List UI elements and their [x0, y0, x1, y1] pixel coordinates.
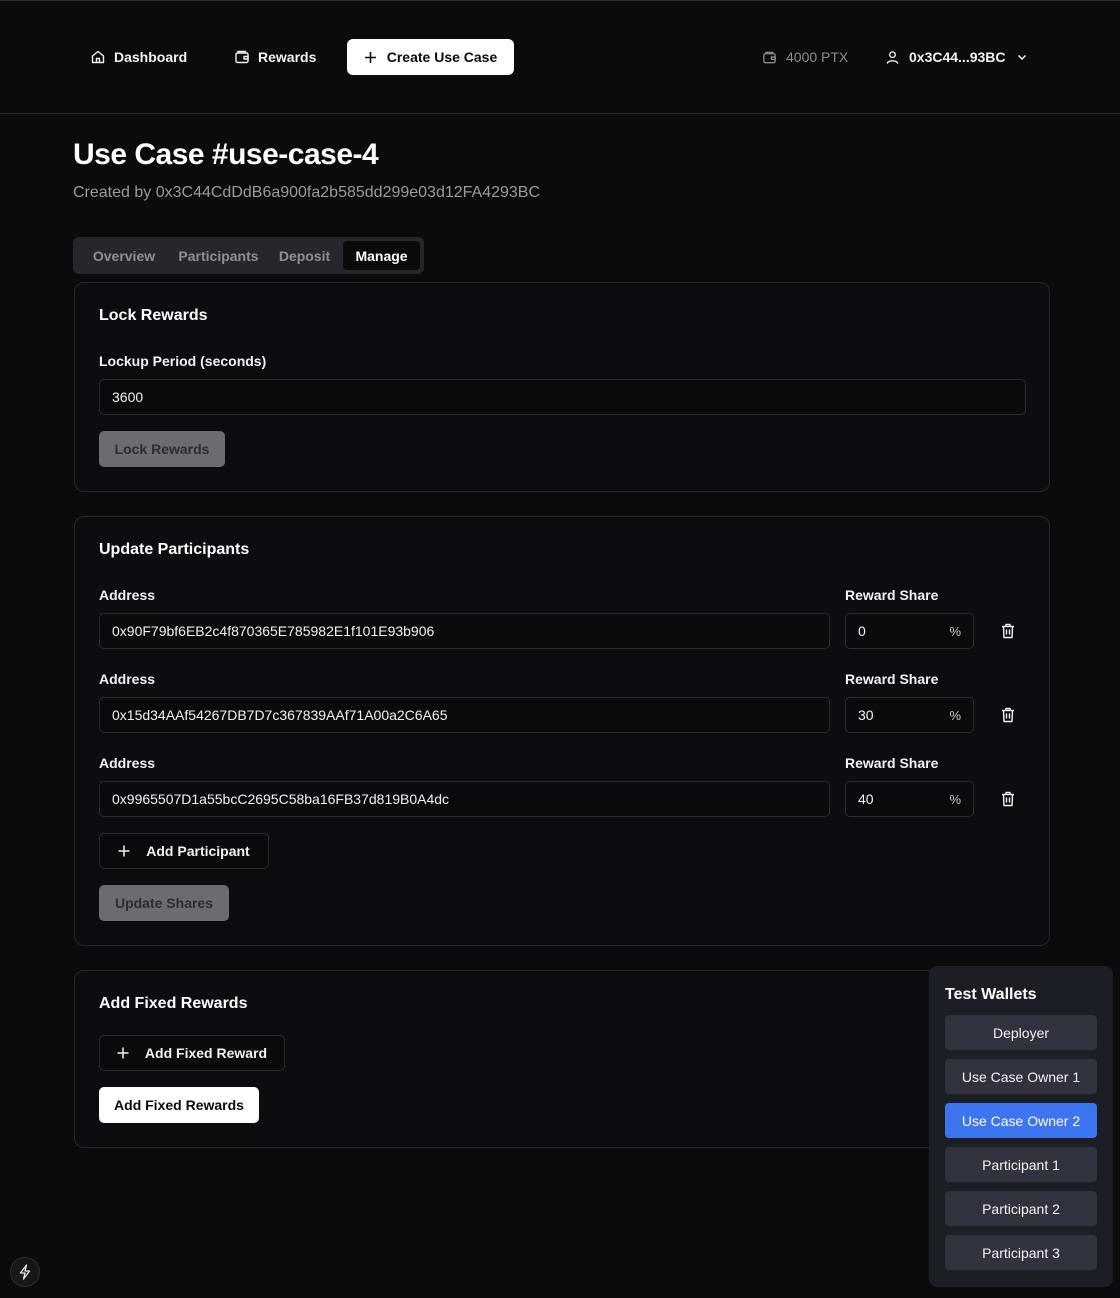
nav-dashboard-label: Dashboard [114, 49, 188, 65]
tab-overview[interactable]: Overview [77, 241, 171, 270]
dev-tools-button[interactable] [10, 1257, 40, 1287]
reward-share-label: Reward Share [845, 671, 939, 687]
create-use-case-button[interactable]: Create Use Case [347, 39, 514, 75]
wallet-icon [235, 50, 249, 64]
trash-icon[interactable] [1001, 791, 1015, 807]
reward-share-input[interactable]: 0 % [845, 613, 974, 649]
nav-rewards-link[interactable]: Rewards [234, 39, 316, 75]
reward-share-label: Reward Share [845, 587, 939, 603]
test-wallets-panel: Test Wallets Deployer Use Case Owner 1 U… [929, 966, 1113, 1287]
add-fixed-rewards-submit-button[interactable]: Add Fixed Rewards [99, 1087, 259, 1123]
participant-address-input[interactable]: 0x9965507D1a55bcC2695C58ba16FB37d819B0A4… [99, 781, 830, 817]
percent-suffix: % [949, 623, 961, 639]
home-icon [91, 50, 105, 64]
address-label: Address [99, 587, 156, 603]
trash-icon[interactable] [1001, 707, 1015, 723]
wallet-participant-1-button[interactable]: Participant 1 [945, 1147, 1097, 1182]
create-use-case-label: Create Use Case [386, 49, 498, 65]
add-participant-button[interactable]: Add Participant [99, 833, 269, 869]
address-label: Address [99, 755, 156, 771]
add-fixed-reward-button[interactable]: Add Fixed Reward [99, 1035, 285, 1071]
tab-deposit[interactable]: Deposit [266, 241, 343, 270]
wallet-icon [763, 51, 776, 63]
reward-share-label: Reward Share [845, 755, 939, 771]
nav-dashboard-link[interactable]: Dashboard [90, 39, 187, 75]
tab-bar: Overview Participants Deposit Manage [73, 237, 424, 274]
percent-suffix: % [949, 707, 961, 723]
add-participant-label: Add Participant [146, 843, 250, 859]
wallet-use-case-owner-2-button[interactable]: Use Case Owner 2 [945, 1103, 1097, 1138]
test-wallets-title: Test Wallets [945, 986, 1037, 1003]
trash-icon[interactable] [1001, 623, 1015, 639]
tab-participants[interactable]: Participants [171, 241, 266, 270]
reward-share-input[interactable]: 40 % [845, 781, 974, 817]
add-fixed-rewards-title: Add Fixed Rewards [99, 995, 248, 1012]
reward-share-value: 40 [858, 791, 874, 807]
reward-share-value: 0 [858, 623, 866, 639]
wallet-participant-3-button[interactable]: Participant 3 [945, 1235, 1097, 1270]
reward-share-value: 30 [858, 707, 874, 723]
wallet-participant-2-button[interactable]: Participant 2 [945, 1191, 1097, 1226]
top-nav-bar: Dashboard Rewards Create Use Case 4000 P… [0, 1, 1120, 114]
balance-value: 4000 PTX [786, 49, 849, 65]
account-menu-button[interactable]: 0x3C44...93BC [885, 39, 1028, 75]
address-label: Address [99, 671, 156, 687]
add-fixed-reward-label: Add Fixed Reward [144, 1045, 268, 1061]
lockup-period-label: Lockup Period (seconds) [99, 353, 267, 369]
update-participants-card: Update Participants Address Reward Share… [74, 516, 1050, 946]
created-by-text: Created by 0x3C44CdDdB6a900fa2b585dd299e… [73, 184, 541, 201]
participant-address-input[interactable]: 0x15d34AAf54267DB7D7c367839AAf71A00a2C6A… [99, 697, 830, 733]
plus-icon [118, 845, 130, 857]
user-icon [886, 50, 899, 64]
plus-icon [364, 51, 376, 63]
token-balance: 4000 PTX [762, 39, 848, 75]
lockup-period-input[interactable]: 3600 [99, 379, 1026, 415]
add-fixed-rewards-card: Add Fixed Rewards Add Fixed Reward Add F… [74, 970, 1050, 1148]
lock-rewards-card: Lock Rewards Lockup Period (seconds) 360… [74, 282, 1050, 492]
lock-rewards-button[interactable]: Lock Rewards [99, 431, 225, 467]
wallet-use-case-owner-1-button[interactable]: Use Case Owner 1 [945, 1059, 1097, 1094]
reward-share-input[interactable]: 30 % [845, 697, 974, 733]
lightning-bolt-icon [19, 1264, 31, 1280]
percent-suffix: % [949, 791, 961, 807]
chevron-down-icon [1017, 54, 1026, 61]
update-shares-button[interactable]: Update Shares [99, 885, 229, 921]
tab-manage[interactable]: Manage [343, 241, 420, 270]
nav-rewards-label: Rewards [258, 49, 317, 65]
wallet-deployer-button[interactable]: Deployer [945, 1015, 1097, 1050]
participant-address-input[interactable]: 0x90F79bf6EB2c4f870365E785982E1f101E93b9… [99, 613, 830, 649]
page-title: Use Case #use-case-4 [73, 138, 379, 171]
account-address: 0x3C44...93BC [909, 49, 1006, 65]
update-participants-title: Update Participants [99, 541, 250, 558]
plus-icon [117, 1047, 129, 1059]
lock-rewards-title: Lock Rewards [99, 307, 208, 324]
